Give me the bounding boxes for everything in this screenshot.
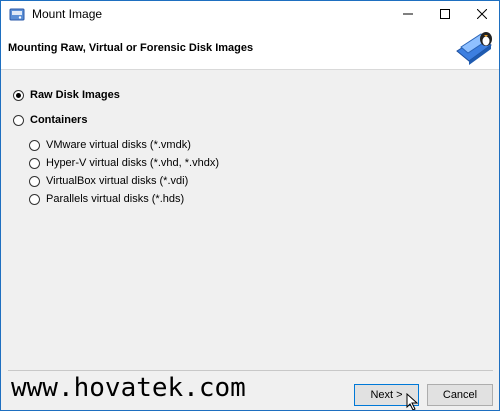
option-containers[interactable]: Containers [13, 114, 87, 126]
radio-vmware[interactable] [29, 139, 40, 151]
cancel-button[interactable]: Cancel [427, 384, 493, 406]
wizard-header: Mounting Raw, Virtual or Forensic Disk I… [1, 27, 499, 70]
close-button[interactable] [459, 1, 499, 27]
option-hyper-v[interactable]: Hyper-V virtual disks (*.vhd, *.vhdx) [29, 157, 219, 169]
option-raw-disk-images[interactable]: Raw Disk Images [13, 89, 120, 101]
radio-containers[interactable] [13, 114, 24, 126]
option-label: Hyper-V virtual disks (*.vhd, *.vhdx) [46, 157, 219, 169]
mouse-cursor-icon [406, 392, 420, 410]
maximize-icon [439, 9, 450, 19]
disk-logo-icon [453, 29, 495, 69]
option-vmware[interactable]: VMware virtual disks (*.vmdk) [29, 139, 191, 151]
option-virtualbox[interactable]: VirtualBox virtual disks (*.vdi) [29, 175, 188, 187]
option-label: VMware virtual disks (*.vmdk) [46, 139, 191, 151]
app-icon [9, 6, 25, 22]
radio-virtualbox[interactable] [29, 175, 40, 187]
option-label: VirtualBox virtual disks (*.vdi) [46, 175, 189, 187]
footer-divider [8, 370, 493, 371]
radio-parallels[interactable] [29, 193, 40, 205]
minimize-icon [402, 13, 413, 15]
option-label: Containers [30, 114, 88, 126]
title-bar[interactable]: Mount Image [1, 1, 499, 27]
mount-image-window: Mount Image Mounting Raw, Virtual or For… [0, 0, 500, 411]
option-label: Parallels virtual disks (*.hds) [46, 193, 185, 205]
option-parallels[interactable]: Parallels virtual disks (*.hds) [29, 193, 184, 205]
page-title: Mounting Raw, Virtual or Forensic Disk I… [8, 42, 254, 54]
radio-hyper-v[interactable] [29, 157, 40, 169]
radio-raw-disk-images[interactable] [13, 89, 24, 101]
option-label: Raw Disk Images [30, 89, 120, 101]
watermark: www.hovatek.com [11, 373, 246, 403]
close-icon [476, 9, 487, 19]
window-title: Mount Image [32, 7, 103, 21]
